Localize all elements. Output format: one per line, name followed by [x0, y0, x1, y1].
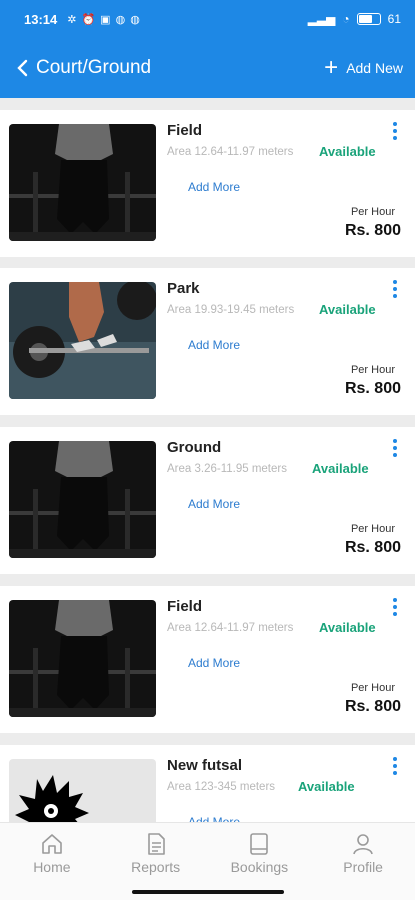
- battery-percent: 61: [387, 12, 401, 26]
- court-title: Field: [167, 598, 203, 615]
- price: Rs. 800: [344, 698, 401, 715]
- court-title: Ground: [167, 439, 222, 456]
- availability-status: Available: [319, 620, 376, 635]
- court-area: Area 3.26-11.95 meters: [167, 463, 287, 475]
- status-time: 13:14: [24, 11, 58, 27]
- court-image: [9, 441, 156, 558]
- bottom-nav: Home Reports Bookings Profile: [0, 822, 415, 900]
- court-title: Park: [167, 280, 200, 297]
- per-hour-label: Per Hour: [350, 682, 395, 694]
- alarm-icon: ⏰: [81, 13, 96, 26]
- court-title: New futsal: [167, 757, 243, 774]
- availability-status: Available: [319, 302, 376, 317]
- status-bar: 13:14 ✲ ⏰ ▣ ◍ ◍ ▂▃▅ ◔ 61: [0, 0, 415, 38]
- price: Rs. 800: [344, 539, 401, 556]
- court-card[interactable]: Field Area 12.64-11.97 meters Available …: [0, 110, 415, 257]
- nav-reports[interactable]: Reports: [104, 823, 208, 900]
- app-bar: Court/Ground + Add New: [0, 38, 415, 98]
- chevron-left-icon: [17, 59, 28, 77]
- nav-label: Reports: [131, 859, 181, 875]
- add-more-link[interactable]: Add More: [188, 180, 240, 194]
- document-icon: [147, 833, 165, 855]
- court-image: [9, 600, 156, 717]
- price: Rs. 800: [344, 380, 401, 397]
- notification-icons: ✲ ⏰ ▣ ◍ ◍: [67, 13, 140, 26]
- home-indicator: [132, 890, 284, 894]
- nav-label: Home: [33, 859, 71, 875]
- nav-home[interactable]: Home: [0, 823, 104, 900]
- court-area: Area 19.93-19.45 meters: [167, 304, 295, 316]
- court-area: Area 12.64-11.97 meters: [167, 146, 294, 158]
- add-more-link[interactable]: Add More: [188, 656, 240, 670]
- person-icon: [353, 834, 373, 855]
- wifi-icon: ◔: [342, 12, 350, 26]
- page-title: Court/Ground: [36, 57, 152, 78]
- court-image: [9, 282, 156, 399]
- more-options-icon[interactable]: [388, 757, 402, 775]
- court-title: Field: [167, 122, 203, 139]
- signal-icon: ▂▃▅: [307, 12, 336, 26]
- app-icon: ◍: [115, 13, 126, 26]
- more-options-icon[interactable]: [388, 122, 402, 140]
- nfc-icon: ▣: [100, 13, 111, 26]
- price: Rs. 800: [344, 222, 401, 239]
- add-new-label: Add New: [346, 60, 403, 76]
- per-hour-label: Per Hour: [350, 523, 395, 535]
- add-more-link[interactable]: Add More: [188, 338, 240, 352]
- nav-profile[interactable]: Profile: [311, 823, 415, 900]
- more-options-icon[interactable]: [388, 598, 402, 616]
- court-area: Area 123-345 meters: [167, 781, 276, 793]
- more-options-icon[interactable]: [388, 439, 402, 457]
- availability-status: Available: [312, 461, 369, 476]
- court-image: [9, 124, 156, 241]
- per-hour-label: Per Hour: [350, 364, 395, 376]
- app-icon: ◍: [130, 13, 140, 26]
- battery-icon: [356, 13, 381, 25]
- plus-icon: +: [324, 54, 339, 81]
- back-button[interactable]: Court/Ground: [16, 57, 151, 79]
- court-card[interactable]: Ground Area 3.26-11.95 meters Available …: [0, 427, 415, 574]
- court-card[interactable]: Park Area 19.93-19.45 meters Available A…: [0, 268, 415, 415]
- availability-status: Available: [319, 144, 376, 159]
- book-icon: [250, 833, 269, 855]
- nav-label: Bookings: [230, 859, 289, 875]
- add-new-button[interactable]: + Add New: [324, 56, 403, 80]
- home-icon: [42, 834, 62, 854]
- more-options-icon[interactable]: [388, 280, 402, 298]
- add-more-link[interactable]: Add More: [188, 497, 240, 511]
- settings-icon: ✲: [67, 13, 77, 26]
- per-hour-label: Per Hour: [350, 206, 395, 218]
- availability-status: Available: [298, 779, 355, 794]
- court-area: Area 12.64-11.97 meters: [167, 622, 294, 634]
- nav-bookings[interactable]: Bookings: [208, 823, 312, 900]
- court-card[interactable]: Field Area 12.64-11.97 meters Available …: [0, 586, 415, 733]
- nav-label: Profile: [343, 859, 383, 875]
